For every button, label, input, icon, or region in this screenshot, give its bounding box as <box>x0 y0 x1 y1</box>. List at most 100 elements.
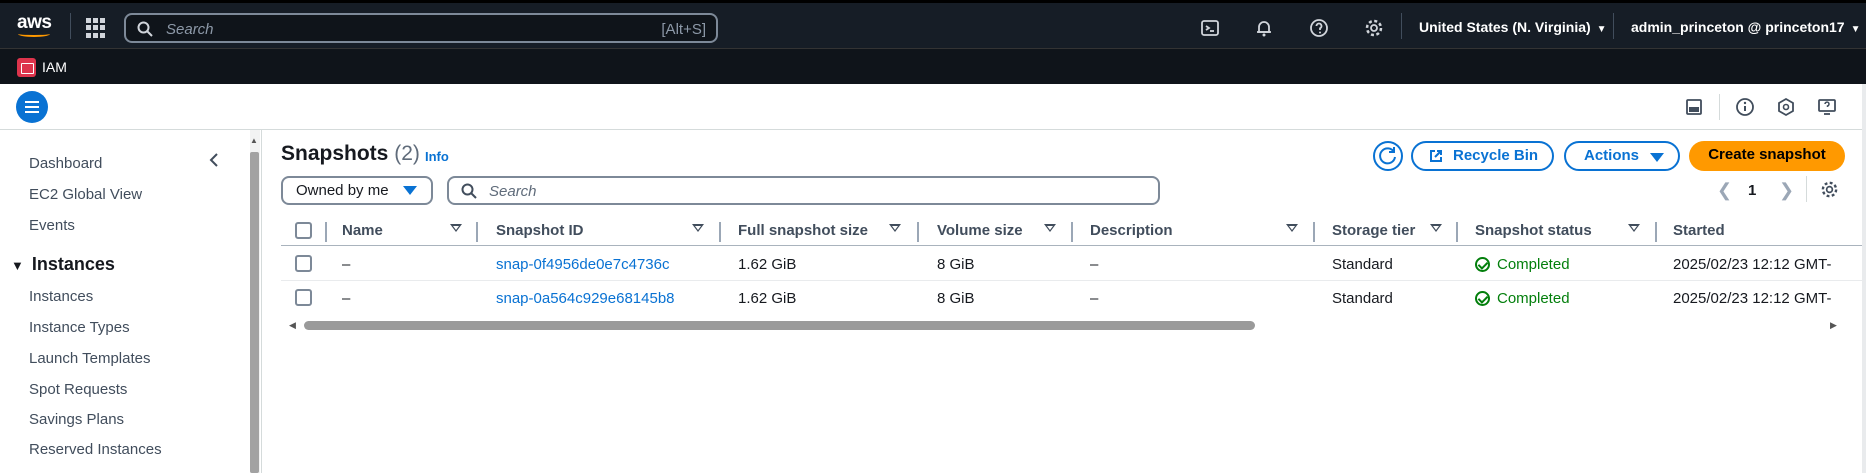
cell-volume-size: 8 GiB <box>937 256 975 273</box>
sidebar-item-events[interactable]: Events <box>29 217 75 234</box>
column-header-snapshot-status[interactable]: Snapshot status <box>1475 222 1592 239</box>
table-row[interactable]: – snap-0f4956de0e7c4736c 1.62 GiB 8 GiB … <box>281 247 1866 281</box>
caret-down-icon: ▼ <box>1596 24 1607 35</box>
chevron-left-icon[interactable]: ❮ <box>1717 180 1732 201</box>
account-label: admin_princeton @ princeton17 <box>1631 19 1845 35</box>
page-scrollbar[interactable] <box>1862 84 1866 473</box>
column-divider[interactable] <box>1655 222 1657 242</box>
scroll-right-icon[interactable]: ▶ <box>1830 320 1837 331</box>
gear-icon[interactable] <box>1364 18 1384 38</box>
services-grid-icon[interactable] <box>86 18 106 38</box>
toolbar-divider <box>1719 94 1720 120</box>
top-navigation: aws Search [Alt+S] United States (N. Vir… <box>0 0 1866 48</box>
refresh-icon <box>1379 147 1396 165</box>
column-divider[interactable] <box>917 222 919 242</box>
cell-full-size: 1.62 GiB <box>738 256 797 273</box>
cell-snapshot-id-link[interactable]: snap-0f4956de0e7c4736c <box>496 256 669 273</box>
settings-icon[interactable] <box>1820 180 1839 199</box>
table-horizontal-scroll-thumb[interactable] <box>304 321 1255 330</box>
column-divider <box>325 222 327 242</box>
info-icon[interactable] <box>1735 97 1755 117</box>
region-label: United States (N. Virginia) <box>1419 19 1591 35</box>
sort-icon[interactable] <box>1286 224 1298 232</box>
cell-snapshot-id-link[interactable]: snap-0a564c929e68145b8 <box>496 290 675 307</box>
search-placeholder: Search <box>489 183 537 200</box>
screen-help-icon[interactable] <box>1817 97 1837 117</box>
column-header-storage-tier[interactable]: Storage tier <box>1332 222 1415 239</box>
sidebar-section-instances[interactable]: ▼ Instances <box>11 254 115 275</box>
side-nav-toggle-button[interactable] <box>16 91 48 123</box>
page-number[interactable]: 1 <box>1748 182 1756 199</box>
column-divider[interactable] <box>476 222 478 242</box>
actions-label: Actions <box>1584 147 1640 164</box>
global-search-input[interactable]: Search [Alt+S] <box>124 13 718 43</box>
cell-status: Completed <box>1497 290 1570 307</box>
sidebar-item-spot-requests[interactable]: Spot Requests <box>29 381 127 398</box>
collapse-sidebar-icon[interactable] <box>207 153 221 167</box>
sidebar-item-instances[interactable]: Instances <box>29 288 93 305</box>
sidebar-item-savings-plans[interactable]: Savings Plans <box>29 411 124 428</box>
help-icon[interactable] <box>1309 18 1329 38</box>
row-checkbox[interactable] <box>295 289 312 306</box>
region-selector[interactable]: United States (N. Virginia) ▼ <box>1419 19 1607 35</box>
sort-icon[interactable] <box>450 224 462 232</box>
sidebar-item-launch-templates[interactable]: Launch Templates <box>29 350 150 367</box>
service-shortcut-iam[interactable]: IAM <box>42 59 67 75</box>
sidebar-item-reserved-instances[interactable]: Reserved Instances <box>29 441 162 458</box>
sidebar-scroll-thumb[interactable] <box>250 152 259 473</box>
sort-icon[interactable] <box>1430 224 1442 232</box>
bell-icon[interactable] <box>1254 18 1274 38</box>
select-all-checkbox[interactable] <box>295 222 312 239</box>
page-title-text: Snapshots <box>281 142 389 165</box>
row-checkbox[interactable] <box>295 255 312 272</box>
cell-started: 2025/02/23 12:12 GMT- <box>1673 256 1832 273</box>
sidebar-item-ec2-global-view[interactable]: EC2 Global View <box>29 186 142 203</box>
actions-dropdown[interactable]: Actions <box>1564 141 1680 171</box>
cell-description: – <box>1090 290 1099 307</box>
info-link[interactable]: Info <box>425 149 449 164</box>
search-placeholder: Search <box>166 21 214 38</box>
snapshot-search-input[interactable]: Search <box>447 176 1160 205</box>
cloudshell-icon[interactable] <box>1200 18 1220 38</box>
caret-down-icon <box>1650 153 1664 162</box>
aws-smile-icon <box>18 31 50 37</box>
table-row[interactable]: – snap-0a564c929e68145b8 1.62 GiB 8 GiB … <box>281 281 1866 315</box>
search-icon <box>461 183 477 199</box>
refresh-button[interactable] <box>1373 141 1403 171</box>
recycle-bin-label: Recycle Bin <box>1453 147 1539 164</box>
hexagon-icon[interactable] <box>1776 97 1796 117</box>
column-divider[interactable] <box>1456 222 1458 242</box>
sidebar-item-dashboard[interactable]: Dashboard <box>29 155 102 172</box>
column-header-description[interactable]: Description <box>1090 222 1173 239</box>
account-menu[interactable]: admin_princeton @ princeton17 ▼ <box>1631 19 1860 35</box>
recycle-bin-button[interactable]: Recycle Bin <box>1411 141 1554 171</box>
scroll-up-icon[interactable]: ▲ <box>250 136 258 145</box>
sort-icon[interactable] <box>1628 224 1640 232</box>
sort-icon[interactable] <box>692 224 704 232</box>
cell-started: 2025/02/23 12:12 GMT- <box>1673 290 1832 307</box>
column-header-snapshot-id[interactable]: Snapshot ID <box>496 222 584 239</box>
check-circle-icon <box>1475 291 1490 306</box>
nav-divider <box>70 13 71 39</box>
column-header-started[interactable]: Started <box>1673 222 1725 239</box>
column-header-name[interactable]: Name <box>342 222 383 239</box>
iam-service-icon[interactable] <box>17 58 36 77</box>
panel-icon[interactable] <box>1684 97 1704 117</box>
cell-status: Completed <box>1497 256 1570 273</box>
column-divider[interactable] <box>1071 222 1073 242</box>
caret-down-icon: ▼ <box>1850 24 1861 35</box>
owner-filter-select[interactable]: Owned by me <box>281 176 433 205</box>
chevron-right-icon[interactable]: ❯ <box>1779 180 1794 201</box>
column-divider[interactable] <box>1313 222 1315 242</box>
column-header-volume-size[interactable]: Volume size <box>937 222 1023 239</box>
sidebar-item-instance-types[interactable]: Instance Types <box>29 319 130 336</box>
caret-down-icon: ▼ <box>11 258 24 273</box>
column-divider[interactable] <box>719 222 721 242</box>
sort-icon[interactable] <box>1044 224 1056 232</box>
create-snapshot-button[interactable]: Create snapshot <box>1689 141 1845 171</box>
sort-icon[interactable] <box>889 224 901 232</box>
pager-divider <box>1806 176 1807 202</box>
column-header-full-snapshot-size[interactable]: Full snapshot size <box>738 222 868 239</box>
scroll-left-icon[interactable]: ◀ <box>289 320 296 331</box>
nav-divider <box>1613 13 1614 39</box>
